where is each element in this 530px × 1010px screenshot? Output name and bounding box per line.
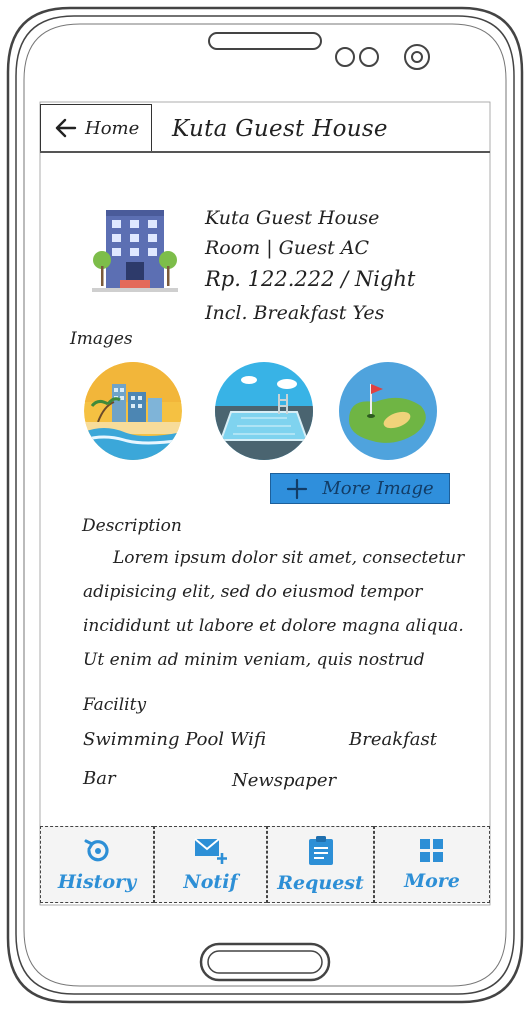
description-label: Description bbox=[82, 516, 182, 536]
history-icon bbox=[84, 839, 109, 861]
arrow-left-icon bbox=[55, 118, 77, 138]
swimming-pool-icon[interactable] bbox=[215, 362, 313, 460]
facility-item: Breakfast bbox=[349, 729, 437, 750]
more-image-label: More Image bbox=[322, 478, 434, 499]
tab-notif[interactable]: Notif bbox=[154, 826, 267, 903]
beach-hotel-icon[interactable] bbox=[84, 362, 182, 460]
tab-more-label: More bbox=[404, 869, 460, 892]
grid-icon bbox=[420, 838, 443, 862]
room-price: Rp. 122.222 / Night bbox=[205, 267, 416, 291]
header-divider bbox=[40, 151, 490, 153]
facility-item: Bar bbox=[83, 768, 116, 789]
mail-plus-icon bbox=[193, 837, 227, 864]
tab-notif-label: Notif bbox=[183, 870, 238, 893]
plus-icon bbox=[287, 478, 308, 499]
tab-history[interactable]: History bbox=[40, 826, 154, 903]
page-title: Kuta Guest House bbox=[172, 116, 388, 142]
description-text: Lorem ipsum dolor sit amet, consectetur … bbox=[83, 548, 465, 670]
images-label: Images bbox=[70, 329, 133, 349]
back-home-button[interactable]: Home bbox=[40, 104, 152, 152]
facility-label: Facility bbox=[83, 695, 147, 715]
facility-item: Newspaper bbox=[232, 770, 337, 791]
tab-request-label: Request bbox=[277, 871, 364, 894]
breakfast-info: Incl. Breakfast Yes bbox=[205, 302, 385, 324]
facility-item: Wifi bbox=[230, 729, 266, 750]
room-type: Room | Guest AC bbox=[205, 237, 370, 259]
tab-history-label: History bbox=[57, 870, 137, 893]
back-home-label: Home bbox=[85, 117, 140, 139]
tab-request[interactable]: Request bbox=[267, 826, 374, 903]
golf-course-icon[interactable] bbox=[339, 362, 437, 460]
hotel-name: Kuta Guest House bbox=[205, 207, 380, 229]
more-image-button[interactable]: More Image bbox=[270, 473, 450, 504]
hotel-building-icon bbox=[92, 210, 178, 292]
clipboard-icon bbox=[308, 835, 333, 865]
tab-more[interactable]: More bbox=[374, 826, 490, 903]
facility-item: Swimming Pool bbox=[83, 729, 225, 750]
